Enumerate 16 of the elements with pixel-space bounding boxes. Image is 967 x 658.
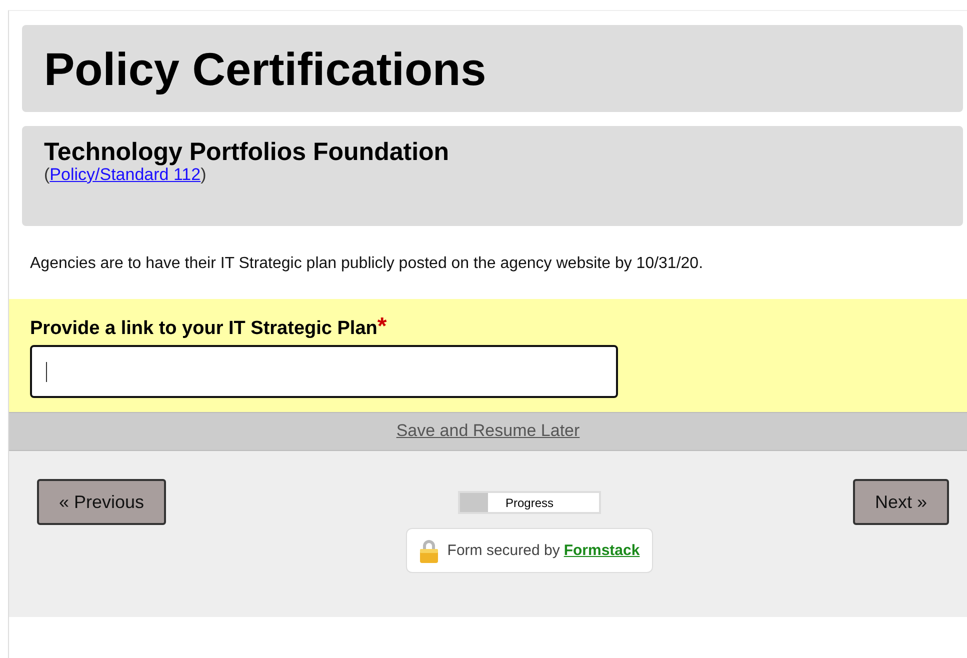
input-field[interactable] xyxy=(30,345,618,398)
description-text: Agencies are to have their IT Strategic plan publicly posted on the agency website by 10/31/20. xyxy=(30,255,704,274)
parenthesis: ) xyxy=(200,165,206,184)
progress-label: Progress xyxy=(505,496,554,510)
previous-button[interactable]: « Previous xyxy=(37,479,166,525)
field-label: Provide a link to your IT Strategic Plan xyxy=(30,318,378,339)
next-button[interactable]: Next » xyxy=(852,479,949,525)
required-mark: * xyxy=(377,313,387,340)
section-heading: Technology Portfolios Foundation xyxy=(44,138,450,166)
parenthesis: ( xyxy=(44,165,50,184)
secured-text: Form secured by xyxy=(447,542,560,559)
policy-link[interactable]: Policy/Standard 112 xyxy=(50,165,201,184)
save-resume-link[interactable]: Save and Resume Later xyxy=(396,421,580,441)
formstack-link[interactable]: Formstack xyxy=(564,542,640,559)
padlock-icon xyxy=(419,538,440,564)
page-title: Policy Certifications xyxy=(44,42,486,96)
